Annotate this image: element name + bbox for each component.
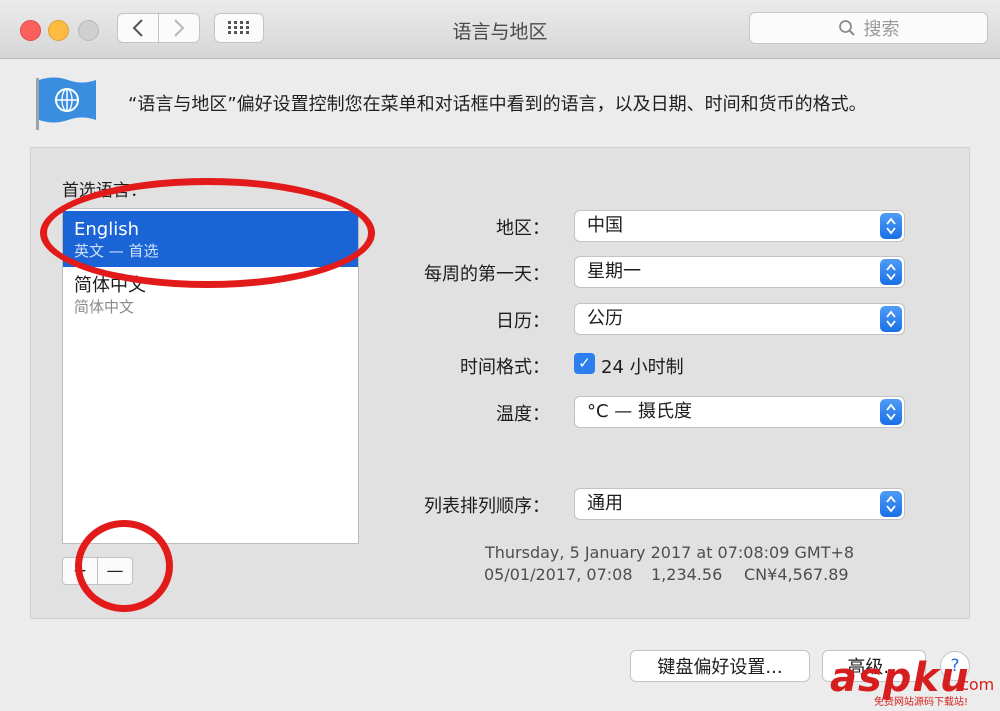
time-format-checkbox[interactable]: ✓ [574,353,595,374]
sample-number: 1,234.56 [651,565,723,584]
advanced-button[interactable]: 高级... [822,650,926,682]
search-field[interactable]: 搜索 [749,12,988,44]
pane-description: “语言与地区”偏好设置控制您在菜单和对话框中看到的语言，以及日期、时间和货币的格… [128,94,867,115]
remove-language-button[interactable]: — [97,557,133,585]
region-popup[interactable]: 中国 [574,210,905,242]
updown-arrows-icon [880,306,902,332]
sort-order-value: 通用 [587,493,623,514]
temperature-value: °C — 摄氏度 [587,401,693,422]
language-name: English [74,219,139,240]
sample-short-date: 05/01/2017, 07:08 [484,565,633,584]
sample-long-date: Thursday, 5 January 2017 at 07:08:09 GMT… [485,543,855,562]
language-name: 简体中文 [74,275,146,296]
language-subtitle: 英文 — 首选 [74,242,159,260]
temperature-popup[interactable]: °C — 摄氏度 [574,396,905,428]
region-value: 中国 [587,215,623,236]
title-bar: 语言与地区 搜索 [0,0,1000,59]
updown-arrows-icon [880,491,902,517]
temperature-label: 温度： [496,404,550,425]
time-format-label: 时间格式： [460,357,550,378]
add-language-button[interactable]: + [62,557,98,585]
search-placeholder: 搜索 [863,19,900,40]
updown-arrows-icon [880,259,902,285]
search-icon [838,20,855,36]
updown-arrows-icon [880,213,902,239]
calendar-popup[interactable]: 公历 [574,303,905,335]
calendar-label: 日历： [496,311,550,332]
help-button[interactable]: ? [940,651,970,681]
list-item-english[interactable]: English 英文 — 首选 [63,211,358,267]
sort-order-label: 列表排列顺序： [424,496,550,517]
sort-order-popup[interactable]: 通用 [574,488,905,520]
first-day-value: 星期一 [587,261,641,282]
updown-arrows-icon [880,399,902,425]
first-day-label: 每周的第一天： [424,264,550,285]
language-subtitle: 简体中文 [74,298,135,316]
watermark-subtitle: 免费网站源码下载站! [874,697,969,708]
calendar-value: 公历 [587,308,623,329]
language-list[interactable]: English 英文 — 首选 简体中文 简体中文 [62,208,359,544]
region-label: 地区： [496,218,550,239]
list-item-simplified-chinese[interactable]: 简体中文 简体中文 [63,267,358,323]
preferred-languages-label: 首选语言： [62,181,147,201]
first-day-popup[interactable]: 星期一 [574,256,905,288]
globe-flag-icon [36,77,96,130]
time-format-value[interactable]: 24 小时制 [601,353,684,379]
keyboard-preferences-button[interactable]: 键盘偏好设置... [630,650,810,682]
sample-currency: CN¥4,567.89 [744,565,849,584]
